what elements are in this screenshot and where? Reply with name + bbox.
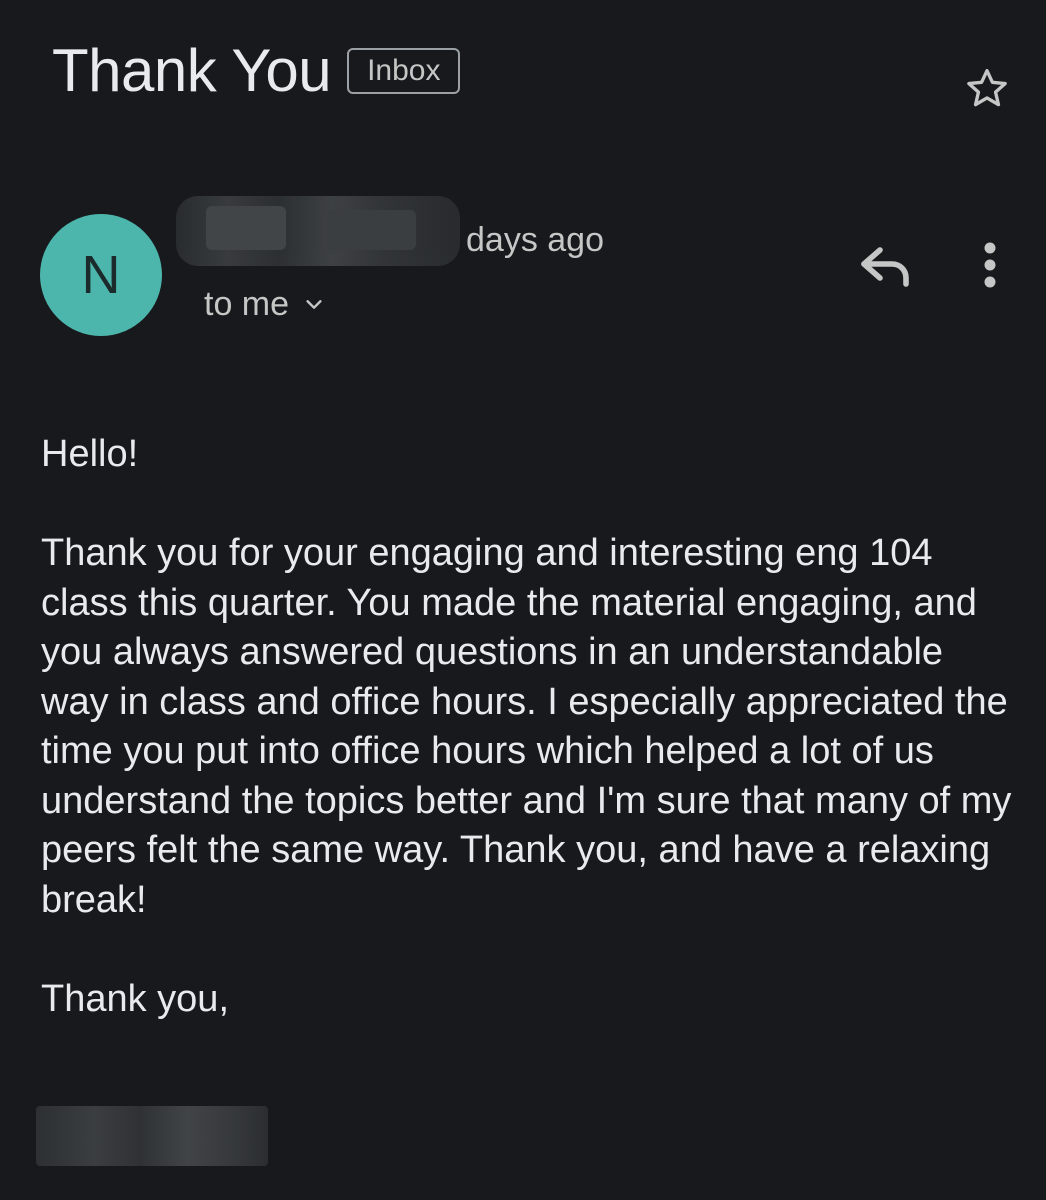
message-body: Hello! Thank you for your engaging and i… <box>41 430 1021 1024</box>
redacted-sender-name <box>176 196 460 266</box>
email-subject: Thank You <box>52 37 332 104</box>
message-date: days ago <box>466 221 604 259</box>
avatar-letter: N <box>81 245 121 305</box>
recipients-text: to me <box>204 285 290 323</box>
chevron-down-icon <box>306 300 322 309</box>
star-icon[interactable] <box>962 64 1012 114</box>
redacted-signature <box>36 1106 268 1166</box>
sender-avatar[interactable]: N <box>40 214 162 336</box>
body-closing: Thank you, <box>41 977 229 1020</box>
inbox-label-chip[interactable]: Inbox <box>347 48 461 94</box>
subject-row: Thank You Inbox <box>52 36 461 106</box>
recipients-toggle[interactable]: to me <box>204 282 325 326</box>
more-vert-icon[interactable] <box>970 240 1010 290</box>
body-greeting: Hello! <box>41 433 139 475</box>
body-paragraph: Thank you for your engaging and interest… <box>41 532 1012 921</box>
reply-icon[interactable] <box>858 244 912 288</box>
